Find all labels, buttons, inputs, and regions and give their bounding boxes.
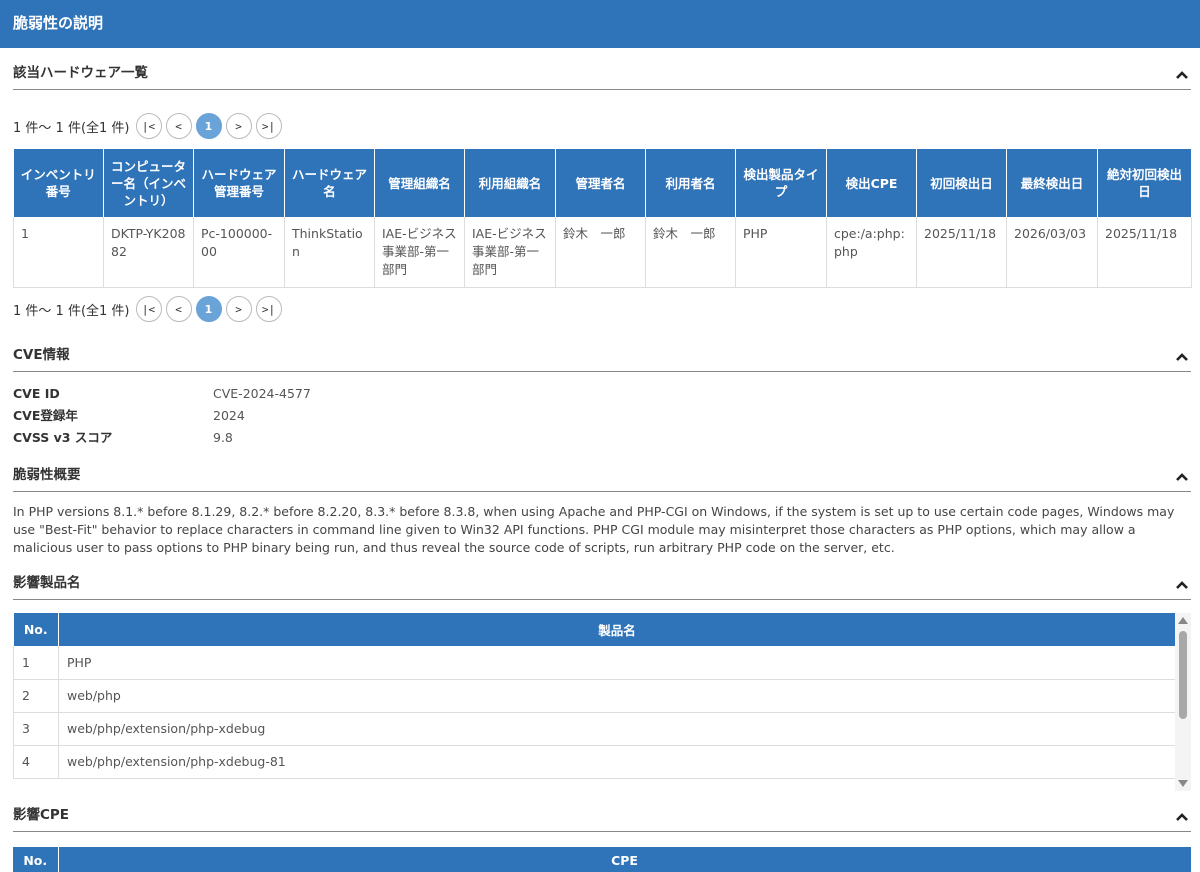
products-list[interactable]: No. 製品名 1 PHP 2 web/php 3 web/php/extens… <box>13 613 1191 791</box>
table-cell: web/php <box>58 679 1176 713</box>
table-cell: 2 <box>13 679 59 713</box>
section-header-hardware[interactable]: 該当ハードウェア一覧 <box>13 60 1191 90</box>
pager-count: 1 件〜 1 件(全1 件) <box>13 303 130 319</box>
page-title: 脆弱性の説明 <box>0 0 1200 48</box>
table-row[interactable]: 4 web/php/extension/php-xdebug-81 <box>13 745 1176 779</box>
section-header-summary[interactable]: 脆弱性概要 <box>13 462 1191 492</box>
hardware-table: インベントリ番号 コンピューター名（インベントリ） ハードウェア管理番号 ハード… <box>13 149 1192 288</box>
chevron-up-icon[interactable] <box>1175 470 1189 484</box>
next-page-button[interactable]: > <box>225 113 252 139</box>
table-cell: 1 <box>13 646 59 680</box>
column-header[interactable]: 製品名 <box>58 613 1176 646</box>
column-header[interactable]: コンピューター名（インベントリ） <box>103 149 194 217</box>
cve-id-value: CVE-2024-4577 <box>213 386 311 401</box>
column-header[interactable]: ハードウェア管理番号 <box>193 149 285 217</box>
products-table: No. 製品名 1 PHP 2 web/php 3 web/php/extens… <box>13 613 1176 779</box>
page-button-current[interactable]: 1 <box>195 296 222 322</box>
table-cell: 鈴木 一郎 <box>645 217 736 288</box>
section-title-cve: CVE情報 <box>13 347 70 363</box>
table-cell: IAE-ビジネス事業部-第一部門 <box>374 217 465 288</box>
next-page-button[interactable]: > <box>225 296 252 322</box>
column-header[interactable]: 最終検出日 <box>1006 149 1098 217</box>
table-row[interactable]: 2 web/php <box>13 679 1176 713</box>
table-cell: IAE-ビジネス事業部-第一部門 <box>464 217 556 288</box>
table-cell: Pc-100000-00 <box>193 217 285 288</box>
column-header[interactable]: 管理組織名 <box>374 149 465 217</box>
page-button-current[interactable]: 1 <box>195 113 222 139</box>
section-header-cve[interactable]: CVE情報 <box>13 342 1191 372</box>
table-row[interactable]: 3 web/php/extension/php-xdebug <box>13 712 1176 746</box>
section-title-summary: 脆弱性概要 <box>13 467 81 483</box>
column-header[interactable]: 検出CPE <box>826 149 917 217</box>
column-header[interactable]: ハードウェア名 <box>284 149 375 217</box>
pager-top: 1 件〜 1 件(全1 件) |< < 1 > >| <box>13 113 286 139</box>
table-row[interactable]: 1 PHP <box>13 646 1176 680</box>
cpe-table-header: No. CPE <box>13 847 1192 872</box>
last-page-button[interactable]: >| <box>255 296 282 322</box>
column-header[interactable]: 利用組織名 <box>464 149 556 217</box>
table-cell: web/php/extension/php-xdebug <box>58 712 1176 746</box>
summary-text: In PHP versions 8.1.* before 8.1.29, 8.2… <box>13 504 1175 555</box>
table-cell: 1 <box>13 217 104 288</box>
chevron-up-icon[interactable] <box>1175 578 1189 592</box>
cpe-table: No. CPE <box>13 847 1192 872</box>
table-cell: DKTP-YK20882 <box>103 217 194 288</box>
column-header[interactable]: No. <box>13 613 59 646</box>
cvss-label: CVSS v3 スコア <box>13 430 113 445</box>
prev-page-button[interactable]: < <box>165 113 192 139</box>
column-header[interactable]: インベントリ番号 <box>13 149 104 217</box>
table-cell: 4 <box>13 745 59 779</box>
products-table-header: No. 製品名 <box>13 613 1176 646</box>
cvss-value: 9.8 <box>213 430 233 445</box>
scroll-up-icon[interactable] <box>1178 617 1188 624</box>
scroll-down-icon[interactable] <box>1178 780 1188 787</box>
first-page-button[interactable]: |< <box>135 296 162 322</box>
scrollbar-thumb[interactable] <box>1179 631 1187 719</box>
section-header-cpe[interactable]: 影響CPE <box>13 802 1191 832</box>
table-cell: 2025/11/18 <box>916 217 1007 288</box>
column-header[interactable]: 検出製品タイプ <box>735 149 827 217</box>
table-cell: web/php/extension/php-xdebug-81 <box>58 745 1176 779</box>
cve-id-label: CVE ID <box>13 386 60 401</box>
cve-year-label: CVE登録年 <box>13 408 78 423</box>
pager-bottom: 1 件〜 1 件(全1 件) |< < 1 > >| <box>13 296 286 322</box>
hardware-table-header: インベントリ番号 コンピューター名（インベントリ） ハードウェア管理番号 ハード… <box>13 149 1192 217</box>
section-title-products: 影響製品名 <box>13 575 81 591</box>
table-cell: PHP <box>735 217 827 288</box>
pager-count: 1 件〜 1 件(全1 件) <box>13 120 130 136</box>
column-header[interactable]: 絶対初回検出日 <box>1097 149 1192 217</box>
section-title-cpe: 影響CPE <box>13 807 70 823</box>
table-cell: 鈴木 一郎 <box>555 217 646 288</box>
table-cell: 2025/11/18 <box>1097 217 1192 288</box>
column-header[interactable]: 管理者名 <box>555 149 646 217</box>
table-cell: ThinkStation <box>284 217 375 288</box>
table-cell: cpe:/a:php:php <box>826 217 917 288</box>
prev-page-button[interactable]: < <box>165 296 192 322</box>
cve-year-value: 2024 <box>213 408 245 423</box>
table-row[interactable]: 1 DKTP-YK20882 Pc-100000-00 ThinkStation… <box>13 217 1192 288</box>
column-header[interactable]: No. <box>13 847 59 872</box>
chevron-up-icon[interactable] <box>1175 350 1189 364</box>
first-page-button[interactable]: |< <box>135 113 162 139</box>
table-cell: 3 <box>13 712 59 746</box>
column-header[interactable]: 初回検出日 <box>916 149 1007 217</box>
chevron-up-icon[interactable] <box>1175 810 1189 824</box>
last-page-button[interactable]: >| <box>255 113 282 139</box>
section-header-products[interactable]: 影響製品名 <box>13 570 1191 600</box>
column-header[interactable]: CPE <box>58 847 1192 872</box>
section-title-hardware: 該当ハードウェア一覧 <box>13 65 148 81</box>
chevron-up-icon[interactable] <box>1175 68 1189 82</box>
products-scrollbar[interactable] <box>1175 613 1191 791</box>
table-cell: 2026/03/03 <box>1006 217 1098 288</box>
column-header[interactable]: 利用者名 <box>645 149 736 217</box>
table-cell: PHP <box>58 646 1176 680</box>
